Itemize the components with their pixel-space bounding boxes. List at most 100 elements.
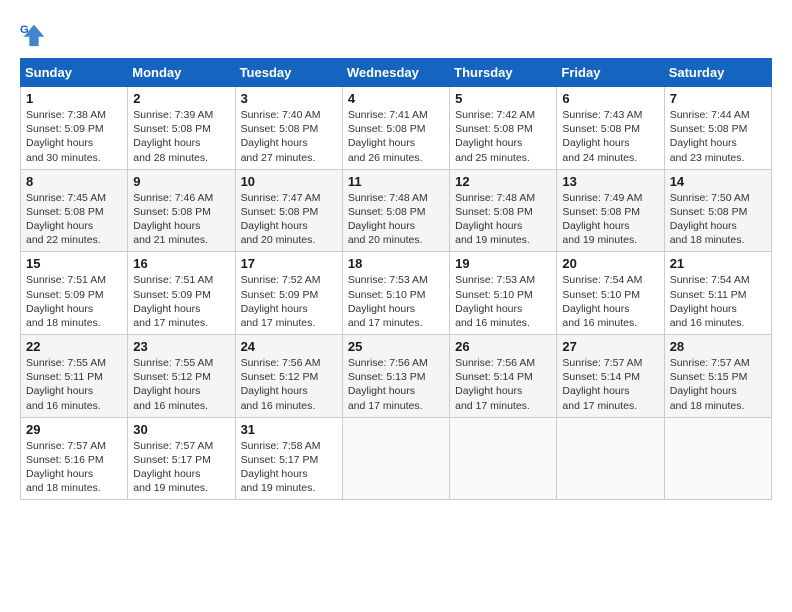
week-row-5: 29 Sunrise: 7:57 AMSunset: 5:16 PMDaylig… [21, 417, 772, 500]
calendar-cell: 18 Sunrise: 7:53 AMSunset: 5:10 PMDaylig… [342, 252, 449, 335]
day-number: 26 [455, 339, 551, 354]
day-number: 7 [670, 91, 766, 106]
calendar-cell: 17 Sunrise: 7:52 AMSunset: 5:09 PMDaylig… [235, 252, 342, 335]
calendar-cell [664, 417, 771, 500]
cell-info: Sunrise: 7:47 AMSunset: 5:08 PMDaylight … [241, 192, 321, 247]
cell-info: Sunrise: 7:56 AMSunset: 5:14 PMDaylight … [455, 357, 535, 412]
calendar-cell: 12 Sunrise: 7:48 AMSunset: 5:08 PMDaylig… [450, 169, 557, 252]
calendar-cell: 2 Sunrise: 7:39 AMSunset: 5:08 PMDayligh… [128, 87, 235, 170]
calendar-cell: 6 Sunrise: 7:43 AMSunset: 5:08 PMDayligh… [557, 87, 664, 170]
day-header-wednesday: Wednesday [342, 59, 449, 87]
calendar-cell [557, 417, 664, 500]
calendar-cell: 24 Sunrise: 7:56 AMSunset: 5:12 PMDaylig… [235, 335, 342, 418]
calendar-cell: 8 Sunrise: 7:45 AMSunset: 5:08 PMDayligh… [21, 169, 128, 252]
cell-info: Sunrise: 7:55 AMSunset: 5:11 PMDaylight … [26, 357, 106, 412]
cell-info: Sunrise: 7:43 AMSunset: 5:08 PMDaylight … [562, 109, 642, 164]
week-row-1: 1 Sunrise: 7:38 AMSunset: 5:09 PMDayligh… [21, 87, 772, 170]
calendar-cell: 11 Sunrise: 7:48 AMSunset: 5:08 PMDaylig… [342, 169, 449, 252]
calendar-cell: 25 Sunrise: 7:56 AMSunset: 5:13 PMDaylig… [342, 335, 449, 418]
cell-info: Sunrise: 7:46 AMSunset: 5:08 PMDaylight … [133, 192, 213, 247]
cell-info: Sunrise: 7:56 AMSunset: 5:13 PMDaylight … [348, 357, 428, 412]
day-number: 12 [455, 174, 551, 189]
calendar-cell: 7 Sunrise: 7:44 AMSunset: 5:08 PMDayligh… [664, 87, 771, 170]
calendar-cell: 9 Sunrise: 7:46 AMSunset: 5:08 PMDayligh… [128, 169, 235, 252]
day-number: 1 [26, 91, 122, 106]
day-number: 11 [348, 174, 444, 189]
logo-icon: G [20, 20, 48, 48]
calendar-cell: 20 Sunrise: 7:54 AMSunset: 5:10 PMDaylig… [557, 252, 664, 335]
calendar-table: SundayMondayTuesdayWednesdayThursdayFrid… [20, 58, 772, 500]
day-number: 22 [26, 339, 122, 354]
week-row-3: 15 Sunrise: 7:51 AMSunset: 5:09 PMDaylig… [21, 252, 772, 335]
cell-info: Sunrise: 7:52 AMSunset: 5:09 PMDaylight … [241, 274, 321, 329]
cell-info: Sunrise: 7:39 AMSunset: 5:08 PMDaylight … [133, 109, 213, 164]
week-row-2: 8 Sunrise: 7:45 AMSunset: 5:08 PMDayligh… [21, 169, 772, 252]
logo: G [20, 20, 52, 48]
week-row-4: 22 Sunrise: 7:55 AMSunset: 5:11 PMDaylig… [21, 335, 772, 418]
cell-info: Sunrise: 7:57 AMSunset: 5:14 PMDaylight … [562, 357, 642, 412]
cell-info: Sunrise: 7:44 AMSunset: 5:08 PMDaylight … [670, 109, 750, 164]
calendar-cell: 27 Sunrise: 7:57 AMSunset: 5:14 PMDaylig… [557, 335, 664, 418]
calendar-cell [450, 417, 557, 500]
calendar-cell: 16 Sunrise: 7:51 AMSunset: 5:09 PMDaylig… [128, 252, 235, 335]
calendar-cell: 15 Sunrise: 7:51 AMSunset: 5:09 PMDaylig… [21, 252, 128, 335]
day-header-friday: Friday [557, 59, 664, 87]
day-number: 27 [562, 339, 658, 354]
day-header-sunday: Sunday [21, 59, 128, 87]
calendar-cell: 5 Sunrise: 7:42 AMSunset: 5:08 PMDayligh… [450, 87, 557, 170]
day-header-saturday: Saturday [664, 59, 771, 87]
cell-info: Sunrise: 7:38 AMSunset: 5:09 PMDaylight … [26, 109, 106, 164]
cell-info: Sunrise: 7:42 AMSunset: 5:08 PMDaylight … [455, 109, 535, 164]
cell-info: Sunrise: 7:48 AMSunset: 5:08 PMDaylight … [455, 192, 535, 247]
day-number: 6 [562, 91, 658, 106]
cell-info: Sunrise: 7:57 AMSunset: 5:16 PMDaylight … [26, 440, 106, 495]
day-number: 3 [241, 91, 337, 106]
cell-info: Sunrise: 7:54 AMSunset: 5:10 PMDaylight … [562, 274, 642, 329]
calendar-cell: 3 Sunrise: 7:40 AMSunset: 5:08 PMDayligh… [235, 87, 342, 170]
day-number: 9 [133, 174, 229, 189]
cell-info: Sunrise: 7:53 AMSunset: 5:10 PMDaylight … [455, 274, 535, 329]
calendar-cell: 28 Sunrise: 7:57 AMSunset: 5:15 PMDaylig… [664, 335, 771, 418]
day-number: 18 [348, 256, 444, 271]
day-number: 25 [348, 339, 444, 354]
cell-info: Sunrise: 7:48 AMSunset: 5:08 PMDaylight … [348, 192, 428, 247]
day-header-thursday: Thursday [450, 59, 557, 87]
calendar-header-row: SundayMondayTuesdayWednesdayThursdayFrid… [21, 59, 772, 87]
day-number: 14 [670, 174, 766, 189]
calendar-cell: 23 Sunrise: 7:55 AMSunset: 5:12 PMDaylig… [128, 335, 235, 418]
cell-info: Sunrise: 7:57 AMSunset: 5:17 PMDaylight … [133, 440, 213, 495]
day-number: 28 [670, 339, 766, 354]
calendar-cell: 30 Sunrise: 7:57 AMSunset: 5:17 PMDaylig… [128, 417, 235, 500]
day-number: 29 [26, 422, 122, 437]
day-number: 8 [26, 174, 122, 189]
calendar-cell: 21 Sunrise: 7:54 AMSunset: 5:11 PMDaylig… [664, 252, 771, 335]
day-number: 30 [133, 422, 229, 437]
cell-info: Sunrise: 7:40 AMSunset: 5:08 PMDaylight … [241, 109, 321, 164]
cell-info: Sunrise: 7:56 AMSunset: 5:12 PMDaylight … [241, 357, 321, 412]
calendar-cell: 29 Sunrise: 7:57 AMSunset: 5:16 PMDaylig… [21, 417, 128, 500]
day-number: 19 [455, 256, 551, 271]
cell-info: Sunrise: 7:50 AMSunset: 5:08 PMDaylight … [670, 192, 750, 247]
calendar-cell: 26 Sunrise: 7:56 AMSunset: 5:14 PMDaylig… [450, 335, 557, 418]
cell-info: Sunrise: 7:41 AMSunset: 5:08 PMDaylight … [348, 109, 428, 164]
calendar-cell: 13 Sunrise: 7:49 AMSunset: 5:08 PMDaylig… [557, 169, 664, 252]
cell-info: Sunrise: 7:58 AMSunset: 5:17 PMDaylight … [241, 440, 321, 495]
day-number: 4 [348, 91, 444, 106]
cell-info: Sunrise: 7:57 AMSunset: 5:15 PMDaylight … [670, 357, 750, 412]
cell-info: Sunrise: 7:51 AMSunset: 5:09 PMDaylight … [133, 274, 213, 329]
day-number: 24 [241, 339, 337, 354]
day-number: 17 [241, 256, 337, 271]
day-number: 21 [670, 256, 766, 271]
calendar-cell: 31 Sunrise: 7:58 AMSunset: 5:17 PMDaylig… [235, 417, 342, 500]
cell-info: Sunrise: 7:45 AMSunset: 5:08 PMDaylight … [26, 192, 106, 247]
day-number: 13 [562, 174, 658, 189]
day-header-tuesday: Tuesday [235, 59, 342, 87]
day-header-monday: Monday [128, 59, 235, 87]
day-number: 20 [562, 256, 658, 271]
day-number: 5 [455, 91, 551, 106]
cell-info: Sunrise: 7:54 AMSunset: 5:11 PMDaylight … [670, 274, 750, 329]
page-header: G [20, 20, 772, 48]
day-number: 31 [241, 422, 337, 437]
calendar-cell: 10 Sunrise: 7:47 AMSunset: 5:08 PMDaylig… [235, 169, 342, 252]
calendar-cell: 19 Sunrise: 7:53 AMSunset: 5:10 PMDaylig… [450, 252, 557, 335]
